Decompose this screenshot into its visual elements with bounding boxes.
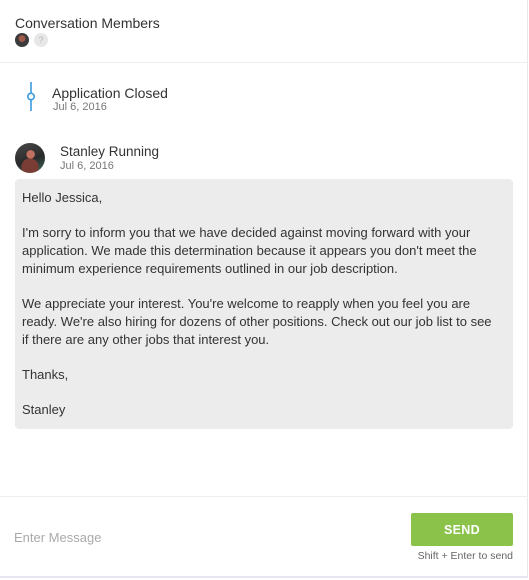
sender-avatar[interactable] <box>15 143 45 173</box>
composer-divider <box>0 496 528 497</box>
send-hint: Shift + Enter to send <box>417 550 513 562</box>
message-date: Jul 6, 2016 <box>60 160 114 172</box>
message-signature: Stanley <box>22 402 66 417</box>
timeline-event-date: Jul 6, 2016 <box>53 101 107 113</box>
timeline-event-title: Application Closed <box>52 85 168 101</box>
conversation-header: Conversation Members ? <box>0 0 528 63</box>
send-button[interactable]: SEND <box>411 513 513 546</box>
sender-name: Stanley Running <box>60 144 160 159</box>
message-signoff: Thanks, <box>22 367 69 382</box>
conversation-members-title: Conversation Members <box>15 15 160 31</box>
member-avatar-photo[interactable] <box>15 33 29 47</box>
conversation-panel: Conversation Members ? Application Close… <box>0 0 528 578</box>
member-avatar-unknown[interactable]: ? <box>34 33 48 47</box>
message-greeting: Hello Jessica, <box>22 190 103 205</box>
message-paragraph: I'm sorry to inform you that we have dec… <box>22 225 477 276</box>
message-paragraph: We appreciate your interest. You're welc… <box>22 296 492 347</box>
message-input[interactable] <box>14 526 394 548</box>
timeline-node-icon <box>26 82 36 111</box>
message-bubble: Hello Jessica, I'm sorry to inform you t… <box>15 179 513 429</box>
